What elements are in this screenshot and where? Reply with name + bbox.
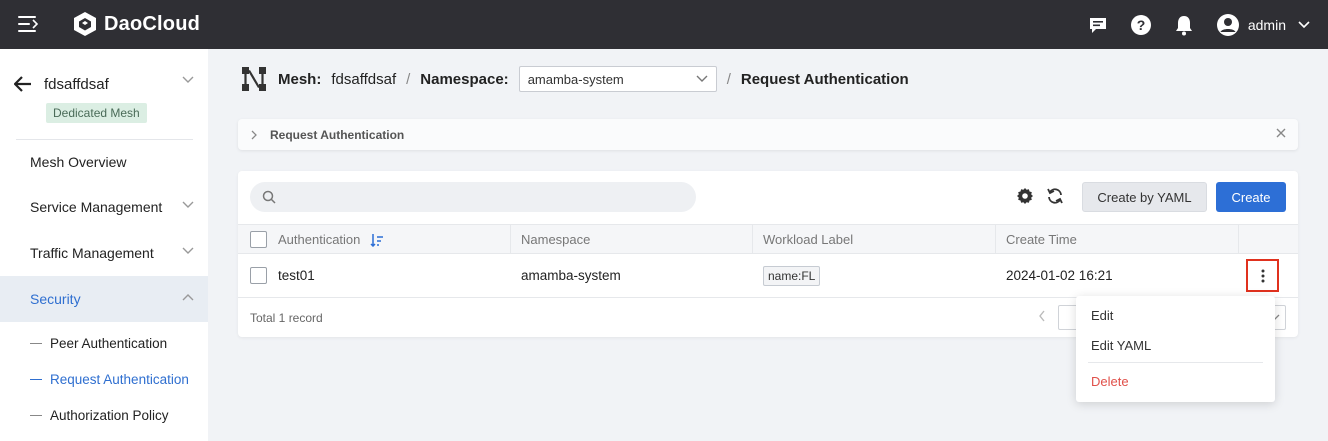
svg-text:?: ? [1137, 17, 1146, 33]
info-bar[interactable]: Request Authentication [238, 119, 1298, 150]
sidebar-sub-label: Request Authentication [50, 371, 189, 387]
breadcrumb-separator: / [406, 70, 411, 88]
message-icon[interactable] [1087, 14, 1109, 36]
row-actions-menu: Edit Edit YAML Delete [1076, 296, 1275, 402]
select-all-checkbox[interactable] [250, 231, 267, 248]
sidebar-sub-peer-authentication[interactable]: Peer Authentication [30, 331, 167, 355]
chevron-down-icon [182, 201, 194, 208]
total-records: Total 1 record [250, 311, 323, 325]
row-name[interactable]: test01 [278, 268, 315, 283]
search-icon [262, 190, 276, 204]
settings-gear-icon[interactable] [1016, 187, 1034, 205]
info-bar-title: Request Authentication [270, 127, 405, 142]
row-create-time: 2024-01-02 16:21 [1006, 268, 1113, 283]
table-row: test01 amamba-system name:FL 2024-01-02 … [238, 254, 1298, 298]
breadcrumb-separator: / [726, 70, 731, 88]
page-title: Request Authentication [740, 70, 909, 88]
create-by-yaml-button[interactable]: Create by YAML [1082, 182, 1207, 212]
sidebar-item-label: Mesh Overview [30, 154, 127, 170]
mesh-icon [242, 67, 266, 91]
dash-icon [30, 414, 42, 416]
breadcrumb-mesh-value[interactable]: fdsaffdsaf [331, 71, 396, 88]
menu-item-delete[interactable]: Delete [1076, 367, 1275, 395]
namespace-select-value: amamba-system [527, 71, 624, 87]
breadcrumb: Mesh: fdsaffdsaf / Namespace: amamba-sys… [241, 66, 909, 92]
app-name: DaoCloud [104, 12, 201, 35]
help-icon[interactable]: ? [1130, 14, 1152, 36]
column-header-label: Authentication [278, 232, 361, 247]
chevron-down-icon [1298, 20, 1310, 28]
sidebar-item-label: Traffic Management [30, 245, 154, 261]
column-header-label: Namespace [521, 232, 591, 247]
chevron-down-icon [696, 75, 708, 82]
workload-label-tag: name:FL [763, 265, 821, 286]
column-workload-label: Workload Label [753, 225, 996, 254]
chevron-down-icon [182, 76, 194, 83]
create-button[interactable]: Create [1216, 182, 1286, 212]
row-actions-more-button[interactable] [1246, 259, 1279, 292]
sidebar-item-traffic-management[interactable]: Traffic Management [0, 230, 208, 276]
dash-icon [30, 342, 42, 344]
menu-item-edit-yaml[interactable]: Edit YAML [1076, 331, 1275, 359]
sidebar-sub-label: Authorization Policy [50, 407, 169, 423]
menu-toggle-icon[interactable] [18, 15, 40, 33]
search-box[interactable] [250, 182, 696, 212]
row-namespace: amamba-system [521, 268, 621, 283]
chevron-down-icon [182, 247, 194, 254]
mesh-selector[interactable]: fdsaffdsaf [14, 74, 194, 94]
top-bar: DaoCloud ? admin [0, 0, 1328, 49]
namespace-select[interactable]: amamba-system [518, 66, 717, 92]
breadcrumb-mesh-label: Mesh: [278, 70, 322, 88]
sidebar-sub-authorization-policy[interactable]: Authorization Policy [30, 403, 169, 427]
table-header: Authentication Namespace Workload Label … [238, 224, 1298, 254]
chevron-right-icon [251, 130, 257, 139]
user-menu[interactable]: admin [1216, 13, 1310, 37]
sidebar-sub-label: Peer Authentication [50, 335, 168, 351]
column-create-time: Create Time [996, 225, 1239, 254]
sort-icon[interactable] [370, 233, 384, 247]
chevron-left-icon[interactable] [1038, 310, 1046, 322]
dash-icon [30, 378, 42, 380]
sidebar-item-service-management[interactable]: Service Management [0, 184, 208, 230]
sidebar-item-label: Security [30, 291, 81, 307]
avatar-icon [1216, 13, 1239, 36]
close-icon[interactable] [1276, 128, 1286, 138]
more-vertical-icon [1261, 269, 1264, 282]
mesh-type-badge: Dedicated Mesh [46, 103, 147, 123]
back-arrow-icon[interactable] [14, 76, 32, 92]
sidebar-item-mesh-overview[interactable]: Mesh Overview [0, 139, 208, 185]
refresh-icon[interactable] [1046, 187, 1064, 205]
column-header-label: Workload Label [763, 232, 854, 247]
sidebar-sub-request-authentication[interactable]: Request Authentication [30, 367, 189, 391]
chevron-up-icon [182, 294, 194, 301]
column-authentication[interactable]: Authentication [238, 225, 511, 254]
sidebar-item-security[interactable]: Security [0, 276, 208, 322]
daocloud-logo-icon [74, 12, 96, 36]
sidebar: fdsaffdsaf Dedicated Mesh Mesh Overview … [0, 49, 208, 441]
mesh-name: fdsaffdsaf [44, 75, 109, 93]
app-logo[interactable]: DaoCloud [72, 11, 200, 37]
menu-item-edit[interactable]: Edit [1076, 301, 1275, 329]
user-name: admin [1247, 16, 1286, 33]
breadcrumb-namespace-label: Namespace: [420, 70, 509, 88]
column-namespace: Namespace [511, 225, 753, 254]
notification-bell-icon[interactable] [1173, 14, 1195, 36]
sidebar-item-label: Service Management [30, 199, 163, 215]
menu-divider [1088, 362, 1263, 363]
row-checkbox[interactable] [250, 267, 267, 284]
search-input[interactable] [286, 189, 686, 205]
column-header-label: Create Time [1006, 232, 1077, 247]
